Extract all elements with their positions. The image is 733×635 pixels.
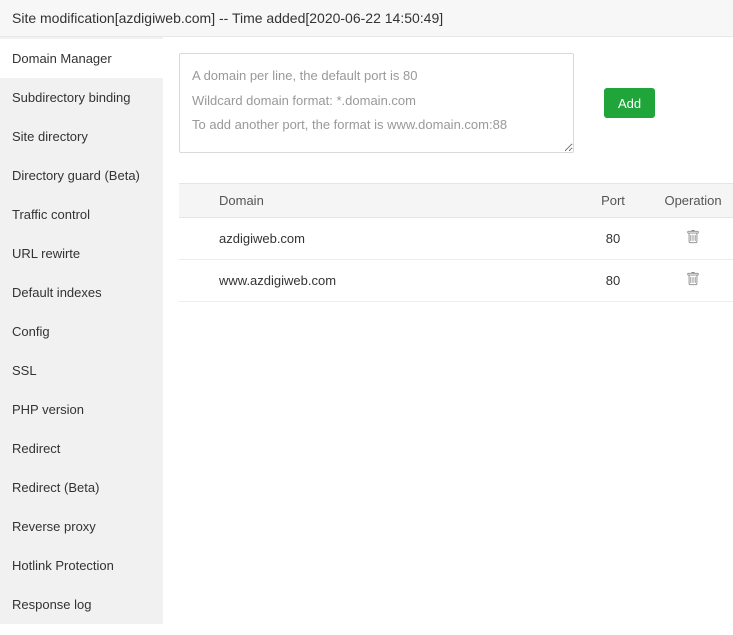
sidebar-item-hotlink-protection[interactable]: Hotlink Protection	[0, 546, 163, 585]
sidebar-item-response-log[interactable]: Response log	[0, 585, 163, 624]
sidebar-item-label: Reverse proxy	[12, 519, 96, 534]
domain-input-row: Add	[179, 53, 733, 153]
sidebar-item-label: PHP version	[12, 402, 84, 417]
table-header-row: Domain Port Operation	[179, 184, 733, 218]
sidebar-item-default-indexes[interactable]: Default indexes	[0, 273, 163, 312]
sidebar-item-directory-guard[interactable]: Directory guard (Beta)	[0, 156, 163, 195]
sidebar-item-label: Hotlink Protection	[12, 558, 114, 573]
trash-icon[interactable]	[686, 230, 700, 244]
cell-domain: azdigiweb.com	[179, 218, 573, 260]
sidebar-item-label: Directory guard (Beta)	[12, 168, 140, 183]
sidebar-item-traffic-control[interactable]: Traffic control	[0, 195, 163, 234]
sidebar-item-label: Redirect (Beta)	[12, 480, 99, 495]
sidebar-item-domain-manager[interactable]: Domain Manager	[0, 39, 163, 78]
layout: Domain Manager Subdirectory binding Site…	[0, 37, 733, 624]
sidebar-item-php-version[interactable]: PHP version	[0, 390, 163, 429]
trash-icon[interactable]	[686, 272, 700, 286]
cell-operation	[653, 218, 733, 260]
sidebar-item-label: Config	[12, 324, 50, 339]
sidebar-item-config[interactable]: Config	[0, 312, 163, 351]
sidebar-item-subdirectory-binding[interactable]: Subdirectory binding	[0, 78, 163, 117]
sidebar-item-label: Redirect	[12, 441, 60, 456]
sidebar-item-label: Response log	[12, 597, 92, 612]
sidebar-item-ssl[interactable]: SSL	[0, 351, 163, 390]
col-port: Port	[573, 184, 653, 218]
domain-textarea[interactable]	[179, 53, 574, 153]
col-domain: Domain	[179, 184, 573, 218]
sidebar-item-label: Domain Manager	[12, 51, 112, 66]
table-row: www.azdigiweb.com 80	[179, 260, 733, 302]
sidebar-item-label: Default indexes	[12, 285, 102, 300]
sidebar-item-url-rewrite[interactable]: URL rewirte	[0, 234, 163, 273]
main-content: Add Domain Port Operation azdigiweb.com …	[163, 37, 733, 302]
modal-header: Site modification[azdigiweb.com] -- Time…	[0, 0, 733, 37]
sidebar-item-redirect[interactable]: Redirect	[0, 429, 163, 468]
col-operation: Operation	[653, 184, 733, 218]
sidebar-item-label: Subdirectory binding	[12, 90, 131, 105]
sidebar-item-reverse-proxy[interactable]: Reverse proxy	[0, 507, 163, 546]
add-button[interactable]: Add	[604, 88, 655, 118]
sidebar-item-label: SSL	[12, 363, 37, 378]
table-row: azdigiweb.com 80	[179, 218, 733, 260]
cell-port: 80	[573, 218, 653, 260]
sidebar-item-label: Site directory	[12, 129, 88, 144]
sidebar-item-redirect-beta[interactable]: Redirect (Beta)	[0, 468, 163, 507]
sidebar-item-label: URL rewirte	[12, 246, 80, 261]
sidebar: Domain Manager Subdirectory binding Site…	[0, 37, 163, 624]
sidebar-item-site-directory[interactable]: Site directory	[0, 117, 163, 156]
cell-port: 80	[573, 260, 653, 302]
cell-domain: www.azdigiweb.com	[179, 260, 573, 302]
sidebar-item-label: Traffic control	[12, 207, 90, 222]
cell-operation	[653, 260, 733, 302]
modal-title: Site modification[azdigiweb.com] -- Time…	[12, 10, 443, 26]
domain-table: Domain Port Operation azdigiweb.com 80	[179, 183, 733, 302]
